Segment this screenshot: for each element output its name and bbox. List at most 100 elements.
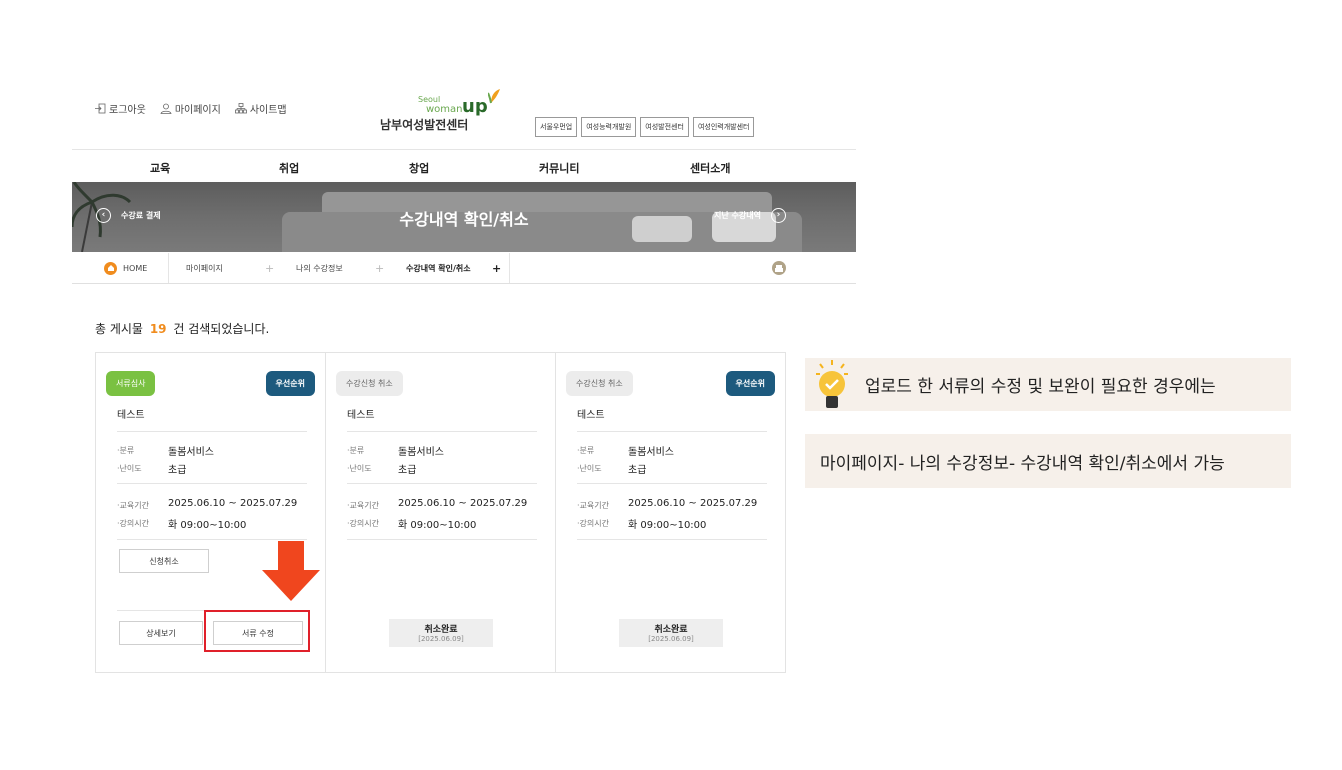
course-title[interactable]: 테스트: [347, 406, 375, 421]
total-count: 총 게시물 19 건 검색되었습니다.: [95, 320, 269, 337]
nav-employment[interactable]: 취업: [279, 160, 299, 176]
logo-up: up: [462, 96, 488, 117]
course-level-value: 초급: [168, 465, 187, 476]
course-level-row: ·난이도 초급: [117, 461, 186, 476]
user-icon: [160, 103, 172, 114]
mypage-label: 마이페이지: [174, 105, 221, 116]
family-site-button[interactable]: 여성인력개발센터: [692, 117, 755, 137]
course-level-key: ·난이도: [347, 464, 372, 473]
total-number: 19: [149, 322, 167, 336]
course-period-row: ·교육기간 2025.06.10 ~ 2025.07.29: [577, 498, 757, 511]
course-level-key: ·난이도: [117, 464, 142, 473]
sitemap-icon: [234, 103, 247, 114]
course-level-row: ·난이도 초급: [347, 461, 416, 476]
course-time-row: ·강의시간 화 09:00~10:00: [347, 516, 476, 531]
status-badge: 수강신청 취소: [336, 371, 403, 396]
logout-link[interactable]: 로그아웃: [95, 101, 146, 116]
course-time-key: ·강의시간: [117, 519, 149, 528]
nav-community[interactable]: 커뮤니티: [539, 160, 579, 176]
cancel-complete-date: [2025.06.09]: [418, 635, 464, 643]
cancel-complete-label: 취소완료: [654, 625, 688, 635]
print-icon[interactable]: [772, 261, 786, 275]
family-sites: 서울우먼업 여성능력개발원 여성발전센터 여성인력개발센터: [535, 117, 755, 137]
course-time-value: 화 09:00~10:00: [628, 520, 707, 531]
course-level-value: 초급: [398, 465, 417, 476]
divider: [117, 483, 307, 484]
course-period-key: ·교육기간: [117, 501, 149, 510]
nav-education[interactable]: 교육: [150, 160, 170, 176]
priority-badge: 우선순위: [725, 371, 775, 396]
nav-about[interactable]: 센터소개: [690, 160, 730, 176]
course-time-row: ·강의시간 화 09:00~10:00: [577, 516, 706, 531]
course-period-value: 2025.06.10 ~ 2025.07.29: [398, 498, 528, 509]
course-time-value: 화 09:00~10:00: [398, 520, 477, 531]
breadcrumb-separator: +: [375, 262, 385, 275]
sitemap-label: 사이트맵: [249, 105, 287, 116]
divider: [117, 539, 307, 540]
course-period-key: ·교육기간: [347, 501, 379, 510]
course-type-value: 돌봄서비스: [398, 447, 444, 458]
mypage-link[interactable]: 마이페이지: [160, 101, 221, 116]
divider: [347, 539, 537, 540]
logo-seoul: Seoul: [418, 95, 441, 104]
breadcrumb-my-course-info[interactable]: 나의 수강정보: [296, 253, 343, 283]
priority-badge: 우선순위: [265, 371, 315, 396]
divider: [577, 483, 767, 484]
page-banner: ‹ 수강료 결제 수강내역 확인/취소 지난 수강내역 ›: [72, 182, 856, 252]
cancel-complete-label: 취소완료: [424, 625, 458, 635]
breadcrumb-expand-icon[interactable]: +: [492, 262, 501, 275]
divider: [347, 483, 537, 484]
tip-panel: 업로드 한 서류의 수정 및 보완이 필요한 경우에는: [805, 358, 1291, 411]
lightbulb-icon: [816, 360, 848, 408]
course-type-value: 돌봄서비스: [168, 447, 214, 458]
cancel-complete-status: 취소완료 [2025.06.09]: [389, 619, 493, 647]
course-type-value: 돌봄서비스: [628, 447, 674, 458]
course-period-key: ·교육기간: [577, 501, 609, 510]
highlight-box: [204, 610, 310, 652]
divider: [168, 253, 169, 283]
utility-links: 로그아웃 마이페이지 사이트맵: [95, 101, 287, 116]
course-type-key: ·분류: [577, 446, 595, 455]
course-time-key: ·강의시간: [577, 519, 609, 528]
nav-startup[interactable]: 창업: [409, 160, 429, 176]
course-period-row: ·교육기간 2025.06.10 ~ 2025.07.29: [117, 498, 297, 511]
center-name: 남부여성발전센터: [380, 118, 469, 132]
breadcrumb-home[interactable]: HOME: [104, 253, 147, 283]
breadcrumb-mypage[interactable]: 마이페이지: [186, 253, 223, 283]
family-site-button[interactable]: 여성능력개발원: [581, 117, 637, 137]
breadcrumb-current[interactable]: 수강내역 확인/취소: [406, 253, 471, 283]
logout-icon: [95, 103, 106, 114]
detail-view-button[interactable]: 상세보기: [119, 621, 203, 645]
tip-line-2: 마이페이지- 나의 수강정보- 수강내역 확인/취소에서 가능: [820, 453, 1225, 474]
divider: [577, 539, 767, 540]
next-page-link[interactable]: 지난 수강내역 ›: [714, 208, 786, 223]
site-logo[interactable]: Seoul woman up 남부여성발전센터: [380, 86, 510, 136]
course-type-row: ·분류 돌봄서비스: [117, 443, 214, 458]
course-period-value: 2025.06.10 ~ 2025.07.29: [628, 498, 758, 509]
course-type-row: ·분류 돌봄서비스: [577, 443, 674, 458]
cancel-application-button[interactable]: 신청취소: [119, 549, 209, 573]
logout-label: 로그아웃: [109, 105, 146, 116]
course-period-row: ·교육기간 2025.06.10 ~ 2025.07.29: [347, 498, 527, 511]
status-badge: 수강신청 취소: [566, 371, 633, 396]
divider: [347, 431, 537, 432]
total-suffix: 건 검색되었습니다.: [173, 322, 270, 336]
course-time-value: 화 09:00~10:00: [168, 520, 247, 531]
cancel-complete-date: [2025.06.09]: [648, 635, 694, 643]
divider: [509, 253, 510, 283]
tip-line-1: 업로드 한 서류의 수정 및 보완이 필요한 경우에는: [865, 377, 1216, 397]
course-card: 수강신청 취소 우선순위 테스트 ·분류 돌봄서비스 ·난이도 초급 ·교육기간 20…: [555, 352, 786, 673]
course-title[interactable]: 테스트: [577, 406, 605, 421]
family-site-button[interactable]: 여성발전센터: [640, 117, 689, 137]
course-time-key: ·강의시간: [347, 519, 379, 528]
course-time-row: ·강의시간 화 09:00~10:00: [117, 516, 246, 531]
course-type-key: ·분류: [117, 446, 135, 455]
sitemap-link[interactable]: 사이트맵: [234, 101, 287, 116]
divider: [117, 431, 307, 432]
family-site-button[interactable]: 서울우먼업: [535, 117, 578, 137]
course-title[interactable]: 테스트: [117, 406, 145, 421]
chevron-right-icon: ›: [771, 208, 786, 223]
course-level-value: 초급: [628, 465, 647, 476]
total-prefix: 총 게시물: [95, 322, 143, 336]
cancel-complete-status: 취소완료 [2025.06.09]: [619, 619, 723, 647]
